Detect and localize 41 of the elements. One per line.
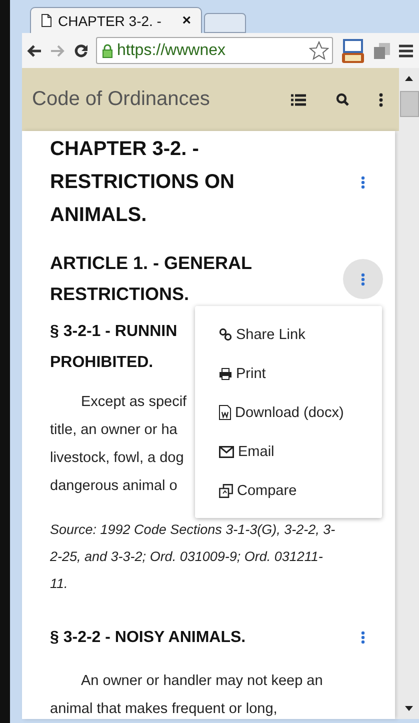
star-icon[interactable] xyxy=(309,41,329,60)
url-text: https://wwwnex xyxy=(117,42,226,60)
envelope-icon xyxy=(219,446,234,458)
article-heading: ARTICLE 1. - GENERAL RESTRICTIONS. xyxy=(50,252,252,306)
menu-item[interactable]: Print xyxy=(236,366,266,382)
page-icon xyxy=(41,14,52,27)
document-icon xyxy=(219,405,231,420)
menu-item[interactable]: Compare xyxy=(237,482,297,498)
back-icon[interactable] xyxy=(26,44,42,58)
copy-icon xyxy=(219,484,233,498)
new-extension-icon[interactable] xyxy=(341,38,365,64)
source-note: Source: 1992 Code Sections 3-1-3(G), 3-2-2, 3- 2-25, and 3-3-2; Ord. 031009-9; Ord. 031211- 11. xyxy=(50,521,336,593)
more-options-icon xyxy=(361,630,365,644)
link-icon xyxy=(219,328,232,341)
close-tab-button[interactable]: × xyxy=(182,12,191,29)
browser-tab[interactable]: CHAPTER 3-2. - × xyxy=(30,7,202,33)
scroll-thumb[interactable] xyxy=(400,91,418,117)
copy-extension-icon[interactable] xyxy=(373,42,391,60)
menu-icon[interactable] xyxy=(399,44,413,58)
tab-title: CHAPTER 3-2. - xyxy=(58,12,162,28)
reload-icon[interactable] xyxy=(74,44,88,58)
body-text: An owner or handler may not keep an animal that makes frequent or long, xyxy=(50,672,323,719)
site-title[interactable]: Code of Ordinances xyxy=(32,88,210,111)
lock-icon xyxy=(102,44,113,58)
scrollbar[interactable] xyxy=(399,68,419,719)
printer-icon xyxy=(219,368,232,380)
search-icon[interactable] xyxy=(336,93,349,106)
chapter-heading: CHAPTER 3-2. - RESTRICTIONS ON ANIMALS. xyxy=(50,137,234,228)
body-text: Except as specif title, an owner or ha livestock, fowl, a dog dangerous animal o xyxy=(50,393,187,496)
more-options-icon xyxy=(361,176,365,189)
section-heading: § 3-2-1 - RUNNIN PROHIBITED. xyxy=(50,322,178,373)
menu-item[interactable]: Email xyxy=(238,444,274,460)
more-options-icon xyxy=(361,272,365,286)
list-icon[interactable] xyxy=(291,94,306,106)
scroll-up-icon[interactable] xyxy=(405,76,413,81)
menu-item[interactable]: Share Link xyxy=(236,326,306,342)
menu-item[interactable]: Download (docx) xyxy=(235,404,344,420)
more-options-icon[interactable] xyxy=(379,92,383,106)
scroll-down-icon[interactable] xyxy=(405,706,413,711)
address-bar[interactable]: https://wwwnex xyxy=(96,37,333,64)
section-heading: § 3-2-2 - NOISY ANIMALS. xyxy=(50,628,246,648)
